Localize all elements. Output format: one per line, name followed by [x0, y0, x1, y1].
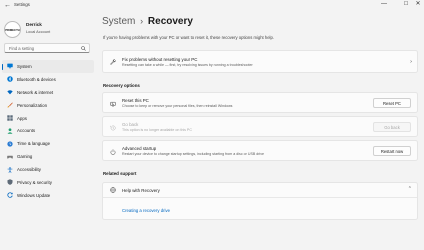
sidebar-item-privacy[interactable]: Privacy & security	[2, 176, 94, 189]
go-back-card-description: This option is no longer available on th…	[122, 128, 192, 132]
sidebar-nav: System Bluetooth & devices Network & int…	[2, 60, 94, 202]
fix-card-title: Fix problems without resetting your PC	[122, 56, 198, 62]
advanced-card-description: Restart your device to change startup se…	[122, 152, 265, 156]
sidebar-item-label: Accounts	[17, 128, 36, 134]
sidebar-item-label: Bluetooth & devices	[17, 76, 56, 82]
globe-clock-icon	[6, 140, 13, 147]
sidebar-item-label: Apps	[17, 115, 28, 121]
reset-card-description: Choose to keep or remove your personal f…	[122, 104, 233, 108]
shield-icon	[6, 179, 13, 186]
reset-card-title: Reset this PC	[122, 97, 149, 103]
sidebar-item-personalization[interactable]: Personalization	[2, 99, 94, 112]
sidebar-item-network[interactable]: Network & internet	[2, 86, 94, 99]
brush-icon	[6, 102, 13, 109]
controller-icon	[6, 153, 13, 160]
user-profile[interactable]: PRIMECTH Derrick Local Account	[4, 20, 94, 38]
fix-card-description: Resetting can take a while — first, try …	[122, 63, 253, 67]
reset-pc-button[interactable]: Reset PC	[373, 98, 411, 108]
update-icon	[6, 192, 13, 199]
apps-icon	[6, 115, 13, 122]
account-type: Local Account	[26, 29, 51, 34]
intro-text: If you're having problems with your PC o…	[103, 35, 274, 40]
reset-pc-card: Reset this PC Choose to keep or remove y…	[102, 92, 418, 113]
page-title: Recovery	[147, 16, 193, 27]
sidebar-item-label: Accessibility	[17, 167, 41, 173]
app-title: Settings	[14, 2, 30, 7]
creating-recovery-drive-link[interactable]: Creating a recovery drive	[122, 208, 170, 213]
sidebar-item-label: Network & internet	[17, 89, 54, 95]
chevron-up-icon[interactable]: ⌃	[408, 186, 412, 192]
minimize-button[interactable]: —	[376, 0, 392, 9]
recovery-options-heading: Recovery options	[103, 83, 140, 88]
monitor-icon	[6, 63, 13, 70]
sidebar-item-gaming[interactable]: Gaming	[2, 150, 94, 163]
search-placeholder: Find a setting	[9, 46, 35, 52]
search-input[interactable]: Find a setting	[4, 43, 90, 53]
related-support-heading: Related support	[103, 171, 137, 176]
avatar[interactable]: PRIMECTH	[4, 21, 21, 38]
back-arrow-icon[interactable]: ←	[4, 1, 11, 10]
user-name: Derrick	[26, 22, 42, 27]
history-icon	[109, 124, 116, 131]
sidebar-item-time-language[interactable]: Time & language	[2, 137, 94, 150]
close-button[interactable]: ✕	[410, 0, 424, 9]
advanced-startup-card: Advanced startup Restart your device to …	[102, 140, 418, 161]
help-with-recovery-title: Help with Recovery	[122, 187, 160, 193]
accessibility-icon	[6, 166, 13, 173]
person-icon	[6, 127, 13, 134]
search-icon	[81, 45, 86, 53]
sidebar-item-bluetooth[interactable]: Bluetooth & devices	[2, 73, 94, 86]
fix-problems-card[interactable]: Fix problems without resetting your PC R…	[102, 50, 418, 73]
sidebar-item-apps[interactable]: Apps	[2, 112, 94, 125]
help-with-recovery-header[interactable]: Help with Recovery ⌃	[103, 183, 417, 198]
reset-icon	[109, 100, 116, 107]
sidebar-item-label: System	[17, 63, 32, 69]
restart-now-button[interactable]: Restart now	[373, 146, 411, 156]
bluetooth-icon	[6, 76, 13, 83]
breadcrumb-parent[interactable]: System	[102, 16, 135, 27]
go-back-card: Go back This option is no longer availab…	[102, 116, 418, 137]
sidebar-item-label: Gaming	[17, 154, 33, 160]
sidebar-item-label: Privacy & security	[17, 179, 52, 185]
sidebar-item-windows-update[interactable]: Windows Update	[2, 189, 94, 202]
sidebar-item-accessibility[interactable]: Accessibility	[2, 163, 94, 176]
globe-icon	[109, 187, 116, 194]
sidebar-item-label: Time & language	[17, 141, 51, 147]
help-with-recovery-card: Help with Recovery ⌃ Creating a recovery…	[102, 182, 418, 220]
chevron-right-icon: ›	[410, 59, 412, 65]
advanced-card-title: Advanced startup	[122, 145, 157, 151]
sidebar-item-label: Windows Update	[17, 192, 51, 198]
sidebar-item-system[interactable]: System	[2, 60, 94, 73]
sidebar-item-accounts[interactable]: Accounts	[2, 124, 94, 137]
breadcrumb-separator: ›	[140, 16, 144, 26]
title-bar: ← Settings — ☐ ✕	[0, 0, 424, 11]
wifi-icon	[6, 89, 13, 96]
go-back-button[interactable]: Go back	[373, 122, 411, 132]
breadcrumb: System › Recovery	[102, 16, 193, 28]
wrench-icon	[109, 58, 116, 65]
advanced-startup-icon	[109, 148, 116, 155]
sidebar-item-label: Personalization	[17, 102, 48, 108]
go-back-card-title: Go back	[122, 121, 139, 127]
